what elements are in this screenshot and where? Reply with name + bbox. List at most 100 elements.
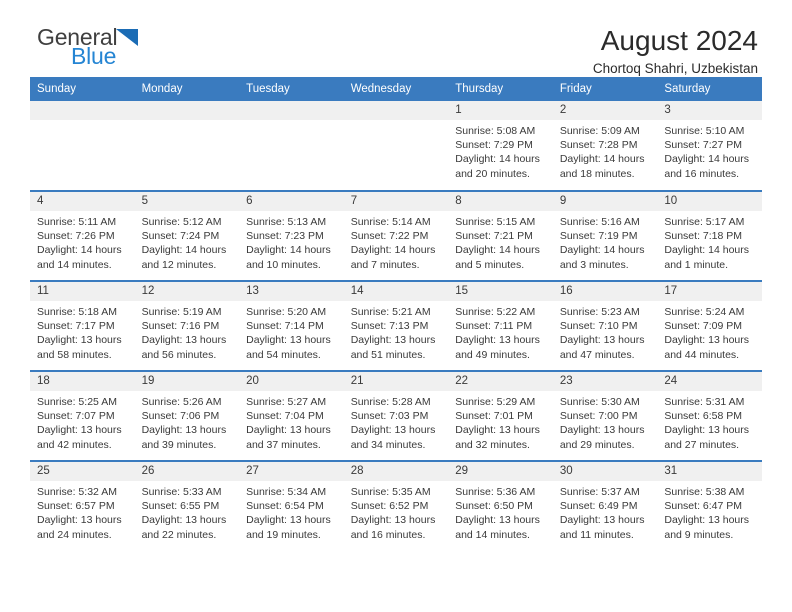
daylight-text-line1: Daylight: 14 hours <box>37 244 122 257</box>
day-cell[interactable]: 5 Sunrise: 5:12 AM Sunset: 7:24 PM Dayli… <box>134 190 240 281</box>
daylight-text-line2: and 58 minutes. <box>37 348 112 361</box>
sunset-text: Sunset: 6:58 PM <box>664 410 743 423</box>
daylight-text-line1: Daylight: 13 hours <box>559 424 645 437</box>
day-cell[interactable]: 23 Sunrise: 5:30 AM Sunset: 7:00 PM Dayl… <box>552 370 658 461</box>
day-cell[interactable]: 10 Sunrise: 5:17 AM Sunset: 7:18 PM Dayl… <box>657 190 762 281</box>
daylight-text-line1: Daylight: 13 hours <box>246 514 331 527</box>
weekday-header-saturday: Saturday <box>657 77 762 101</box>
day-cell-empty <box>239 101 344 189</box>
daylight-text-line1: Daylight: 14 hours <box>246 244 331 257</box>
day-cell-content: 1 Sunrise: 5:08 AM Sunset: 7:29 PM Dayli… <box>448 101 553 189</box>
daylight-text-line2: and 10 minutes. <box>246 258 321 271</box>
day-cell[interactable]: 17 Sunrise: 5:24 AM Sunset: 7:09 PM Dayl… <box>657 280 762 371</box>
sunset-text: Sunset: 7:13 PM <box>350 320 429 333</box>
calendar-week-row: 25 Sunrise: 5:32 AM Sunset: 6:57 PM Dayl… <box>30 460 762 551</box>
daylight-text-line2: and 44 minutes. <box>664 348 740 361</box>
day-number: 28 <box>343 462 449 481</box>
day-cell[interactable]: 21 Sunrise: 5:28 AM Sunset: 7:03 PM Dayl… <box>343 370 449 461</box>
daylight-text-line1: Daylight: 13 hours <box>141 334 227 347</box>
day-cell[interactable]: 9 Sunrise: 5:16 AM Sunset: 7:19 PM Dayli… <box>552 190 658 281</box>
day-cell[interactable]: 8 Sunrise: 5:15 AM Sunset: 7:21 PM Dayli… <box>448 190 553 281</box>
sunset-text: Sunset: 7:18 PM <box>664 230 743 243</box>
sunset-text: Sunset: 7:10 PM <box>559 320 638 333</box>
day-info: Sunrise: 5:35 AM Sunset: 6:52 PM Dayligh… <box>344 481 449 542</box>
daylight-text-line2: and 39 minutes. <box>141 438 217 451</box>
day-cell[interactable]: 27 Sunrise: 5:34 AM Sunset: 6:54 PM Dayl… <box>239 460 344 551</box>
sunset-text: Sunset: 6:54 PM <box>246 500 324 513</box>
day-info: Sunrise: 5:28 AM Sunset: 7:03 PM Dayligh… <box>344 391 449 452</box>
day-cell[interactable]: 24 Sunrise: 5:31 AM Sunset: 6:58 PM Dayl… <box>657 370 762 461</box>
day-info: Sunrise: 5:09 AM Sunset: 7:28 PM Dayligh… <box>553 120 658 181</box>
weekday-header-thursday: Thursday <box>448 77 553 101</box>
day-cell[interactable]: 13 Sunrise: 5:20 AM Sunset: 7:14 PM Dayl… <box>239 280 344 371</box>
sunset-text: Sunset: 7:03 PM <box>350 410 429 423</box>
sunset-text: Sunset: 7:27 PM <box>664 139 743 152</box>
title-block: August 2024 Chortoq Shahri, Uzbekistan <box>593 26 762 77</box>
sunrise-text: Sunrise: 5:34 AM <box>246 486 327 498</box>
day-cell <box>343 101 449 191</box>
daylight-text-line2: and 12 minutes. <box>141 258 217 271</box>
sunrise-text: Sunrise: 5:17 AM <box>664 216 745 228</box>
day-cell-empty <box>134 101 240 189</box>
day-cell[interactable]: 15 Sunrise: 5:22 AM Sunset: 7:11 PM Dayl… <box>448 280 553 371</box>
day-cell[interactable]: 2 Sunrise: 5:09 AM Sunset: 7:28 PM Dayli… <box>552 101 658 191</box>
day-cell[interactable]: 6 Sunrise: 5:13 AM Sunset: 7:23 PM Dayli… <box>239 190 344 281</box>
day-cell-content: 26 Sunrise: 5:33 AM Sunset: 6:55 PM Dayl… <box>134 462 240 550</box>
day-cell[interactable]: 26 Sunrise: 5:33 AM Sunset: 6:55 PM Dayl… <box>134 460 240 551</box>
sunset-text: Sunset: 6:47 PM <box>664 500 743 513</box>
day-cell[interactable]: 30 Sunrise: 5:37 AM Sunset: 6:49 PM Dayl… <box>552 460 658 551</box>
day-number: 3 <box>657 101 762 120</box>
daylight-text-line2: and 3 minutes. <box>559 258 629 271</box>
sunrise-text: Sunrise: 5:24 AM <box>664 306 745 318</box>
page-header: General Blue August 2024 Chortoq Shahri,… <box>30 0 762 77</box>
day-cell[interactable]: 25 Sunrise: 5:32 AM Sunset: 6:57 PM Dayl… <box>30 460 135 551</box>
day-cell[interactable]: 20 Sunrise: 5:27 AM Sunset: 7:04 PM Dayl… <box>239 370 344 461</box>
sunset-text: Sunset: 7:06 PM <box>141 410 220 423</box>
day-number: 20 <box>239 372 344 391</box>
day-info: Sunrise: 5:21 AM Sunset: 7:13 PM Dayligh… <box>344 301 449 362</box>
day-number: 14 <box>343 282 449 301</box>
day-cell <box>30 101 135 191</box>
day-cell[interactable]: 11 Sunrise: 5:18 AM Sunset: 7:17 PM Dayl… <box>30 280 135 371</box>
day-cell[interactable]: 12 Sunrise: 5:19 AM Sunset: 7:16 PM Dayl… <box>134 280 240 371</box>
sunset-text: Sunset: 7:26 PM <box>37 230 115 243</box>
day-cell-content: 4 Sunrise: 5:11 AM Sunset: 7:26 PM Dayli… <box>30 192 135 280</box>
daylight-text-line2: and 22 minutes. <box>141 528 217 541</box>
day-cell[interactable]: 3 Sunrise: 5:10 AM Sunset: 7:27 PM Dayli… <box>657 101 762 191</box>
daylight-text-line2: and 24 minutes. <box>37 528 112 541</box>
day-cell[interactable]: 22 Sunrise: 5:29 AM Sunset: 7:01 PM Dayl… <box>448 370 553 461</box>
day-cell[interactable]: 28 Sunrise: 5:35 AM Sunset: 6:52 PM Dayl… <box>343 460 449 551</box>
weekday-header-wednesday: Wednesday <box>343 77 449 101</box>
day-info: Sunrise: 5:10 AM Sunset: 7:27 PM Dayligh… <box>657 120 762 181</box>
daylight-text-line2: and 14 minutes. <box>37 258 112 271</box>
sunset-text: Sunset: 7:14 PM <box>246 320 324 333</box>
daylight-text-line2: and 7 minutes. <box>350 258 420 271</box>
day-cell[interactable]: 18 Sunrise: 5:25 AM Sunset: 7:07 PM Dayl… <box>30 370 135 461</box>
sunrise-text: Sunrise: 5:32 AM <box>37 486 117 498</box>
day-cell[interactable]: 31 Sunrise: 5:38 AM Sunset: 6:47 PM Dayl… <box>657 460 762 551</box>
day-info: Sunrise: 5:30 AM Sunset: 7:00 PM Dayligh… <box>553 391 658 452</box>
daylight-text-line1: Daylight: 13 hours <box>246 424 331 437</box>
sunrise-text: Sunrise: 5:35 AM <box>350 486 431 498</box>
sunset-text: Sunset: 7:24 PM <box>141 230 220 243</box>
day-cell[interactable]: 1 Sunrise: 5:08 AM Sunset: 7:29 PM Dayli… <box>448 101 553 191</box>
logo-text-blue: Blue <box>71 43 117 69</box>
day-number: 11 <box>30 282 135 301</box>
sunset-text: Sunset: 7:19 PM <box>559 230 638 243</box>
day-cell[interactable]: 29 Sunrise: 5:36 AM Sunset: 6:50 PM Dayl… <box>448 460 553 551</box>
daylight-text-line1: Daylight: 13 hours <box>37 424 122 437</box>
day-cell[interactable]: 7 Sunrise: 5:14 AM Sunset: 7:22 PM Dayli… <box>343 190 449 281</box>
generalblue-logo[interactable]: General Blue <box>30 26 139 69</box>
sunrise-text: Sunrise: 5:16 AM <box>559 216 640 228</box>
day-cell[interactable]: 16 Sunrise: 5:23 AM Sunset: 7:10 PM Dayl… <box>552 280 658 371</box>
day-cell[interactable]: 4 Sunrise: 5:11 AM Sunset: 7:26 PM Dayli… <box>30 190 135 281</box>
day-number: 23 <box>552 372 658 391</box>
day-number: 9 <box>552 192 658 211</box>
day-info: Sunrise: 5:22 AM Sunset: 7:11 PM Dayligh… <box>448 301 553 362</box>
day-cell <box>239 101 344 191</box>
sunrise-text: Sunrise: 5:36 AM <box>455 486 536 498</box>
day-cell[interactable]: 19 Sunrise: 5:26 AM Sunset: 7:06 PM Dayl… <box>134 370 240 461</box>
day-cell[interactable]: 14 Sunrise: 5:21 AM Sunset: 7:13 PM Dayl… <box>343 280 449 371</box>
day-number <box>343 101 449 120</box>
day-number: 16 <box>552 282 658 301</box>
